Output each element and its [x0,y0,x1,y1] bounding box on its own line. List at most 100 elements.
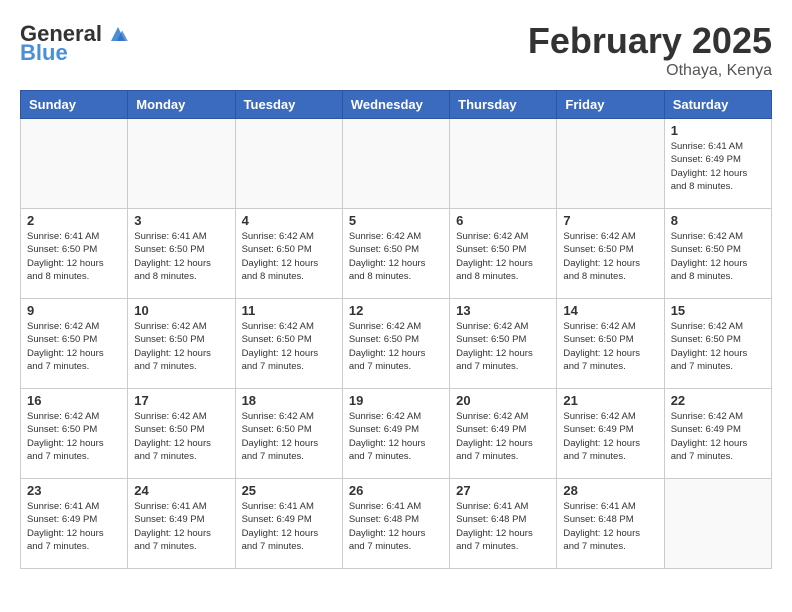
day-number: 3 [134,213,228,228]
calendar-day-cell [235,119,342,209]
calendar-day-cell: 15 Sunrise: 6:42 AM Sunset: 6:50 PM Dayli… [664,299,771,389]
calendar-day-cell: 23 Sunrise: 6:41 AM Sunset: 6:49 PM Dayli… [21,479,128,569]
calendar-day-cell [128,119,235,209]
day-info: Sunrise: 6:42 AM Sunset: 6:50 PM Dayligh… [242,320,336,373]
day-info: Sunrise: 6:42 AM Sunset: 6:50 PM Dayligh… [242,230,336,283]
day-number: 2 [27,213,121,228]
calendar-day-cell: 16 Sunrise: 6:42 AM Sunset: 6:50 PM Dayli… [21,389,128,479]
calendar-week-row: 16 Sunrise: 6:42 AM Sunset: 6:50 PM Dayli… [21,389,772,479]
day-number: 21 [563,393,657,408]
day-info: Sunrise: 6:42 AM Sunset: 6:50 PM Dayligh… [349,320,443,373]
calendar-day-cell: 17 Sunrise: 6:42 AM Sunset: 6:50 PM Dayli… [128,389,235,479]
day-info: Sunrise: 6:42 AM Sunset: 6:50 PM Dayligh… [671,230,765,283]
calendar-day-cell: 25 Sunrise: 6:41 AM Sunset: 6:49 PM Dayli… [235,479,342,569]
day-number: 16 [27,393,121,408]
logo-blue: Blue [20,40,68,66]
day-number: 5 [349,213,443,228]
logo-icon [104,20,132,48]
day-info: Sunrise: 6:42 AM Sunset: 6:49 PM Dayligh… [349,410,443,463]
day-number: 28 [563,483,657,498]
day-number: 4 [242,213,336,228]
calendar-day-cell [21,119,128,209]
calendar-day-cell: 20 Sunrise: 6:42 AM Sunset: 6:49 PM Dayli… [450,389,557,479]
calendar-day-cell: 26 Sunrise: 6:41 AM Sunset: 6:48 PM Dayli… [342,479,449,569]
calendar-day-cell: 11 Sunrise: 6:42 AM Sunset: 6:50 PM Dayli… [235,299,342,389]
day-info: Sunrise: 6:41 AM Sunset: 6:48 PM Dayligh… [563,500,657,553]
calendar-day-cell: 22 Sunrise: 6:42 AM Sunset: 6:49 PM Dayli… [664,389,771,479]
day-info: Sunrise: 6:42 AM Sunset: 6:50 PM Dayligh… [563,320,657,373]
day-info: Sunrise: 6:42 AM Sunset: 6:50 PM Dayligh… [27,410,121,463]
day-number: 7 [563,213,657,228]
calendar-day-cell [557,119,664,209]
day-number: 10 [134,303,228,318]
weekday-header: Monday [128,91,235,119]
day-info: Sunrise: 6:42 AM Sunset: 6:49 PM Dayligh… [456,410,550,463]
calendar-day-cell: 9 Sunrise: 6:42 AM Sunset: 6:50 PM Daylig… [21,299,128,389]
day-info: Sunrise: 6:42 AM Sunset: 6:50 PM Dayligh… [134,410,228,463]
calendar-day-cell [450,119,557,209]
calendar-week-row: 1Sunrise: 6:41 AM Sunset: 6:49 PM Daylig… [21,119,772,209]
calendar-day-cell: 1Sunrise: 6:41 AM Sunset: 6:49 PM Daylig… [664,119,771,209]
calendar-day-cell: 24 Sunrise: 6:41 AM Sunset: 6:49 PM Dayli… [128,479,235,569]
calendar-day-cell: 7 Sunrise: 6:42 AM Sunset: 6:50 PM Daylig… [557,209,664,299]
calendar-day-cell: 18Sunrise: 6:42 AM Sunset: 6:50 PM Dayli… [235,389,342,479]
day-number: 25 [242,483,336,498]
calendar-header-row: SundayMondayTuesdayWednesdayThursdayFrid… [21,91,772,119]
weekday-header: Sunday [21,91,128,119]
day-number: 19 [349,393,443,408]
day-number: 9 [27,303,121,318]
day-number: 8 [671,213,765,228]
day-number: 24 [134,483,228,498]
day-info: Sunrise: 6:42 AM Sunset: 6:49 PM Dayligh… [563,410,657,463]
calendar-day-cell: 19 Sunrise: 6:42 AM Sunset: 6:49 PM Dayli… [342,389,449,479]
day-info: Sunrise: 6:42 AM Sunset: 6:50 PM Dayligh… [563,230,657,283]
day-number: 20 [456,393,550,408]
day-info: Sunrise: 6:41 AM Sunset: 6:49 PM Dayligh… [242,500,336,553]
month-title: February 2025 [528,20,772,62]
day-info: Sunrise: 6:41 AM Sunset: 6:48 PM Dayligh… [349,500,443,553]
location-title: Othaya, Kenya [528,62,772,80]
calendar-day-cell: 12 Sunrise: 6:42 AM Sunset: 6:50 PM Dayli… [342,299,449,389]
weekday-header: Wednesday [342,91,449,119]
calendar-day-cell: 21 Sunrise: 6:42 AM Sunset: 6:49 PM Dayli… [557,389,664,479]
day-number: 23 [27,483,121,498]
day-info: Sunrise: 6:42 AM Sunset: 6:50 PM Dayligh… [671,320,765,373]
calendar-day-cell: 13 Sunrise: 6:42 AM Sunset: 6:50 PM Dayli… [450,299,557,389]
day-info: Sunrise: 6:41 AM Sunset: 6:49 PM Dayligh… [27,500,121,553]
calendar-day-cell: 14 Sunrise: 6:42 AM Sunset: 6:50 PM Dayli… [557,299,664,389]
day-info: Sunrise: 6:42 AM Sunset: 6:50 PM Dayligh… [134,320,228,373]
day-info: Sunrise: 6:41 AM Sunset: 6:50 PM Dayligh… [27,230,121,283]
day-number: 26 [349,483,443,498]
day-info: Sunrise: 6:42 AM Sunset: 6:50 PM Dayligh… [456,320,550,373]
day-info: Sunrise: 6:42 AM Sunset: 6:50 PM Dayligh… [27,320,121,373]
calendar-day-cell: 4 Sunrise: 6:42 AM Sunset: 6:50 PM Daylig… [235,209,342,299]
calendar-table: SundayMondayTuesdayWednesdayThursdayFrid… [20,90,772,569]
calendar-day-cell: 6Sunrise: 6:42 AM Sunset: 6:50 PM Daylig… [450,209,557,299]
logo: General Blue [20,20,132,66]
day-number: 13 [456,303,550,318]
day-number: 17 [134,393,228,408]
day-number: 12 [349,303,443,318]
calendar-day-cell: 28 Sunrise: 6:41 AM Sunset: 6:48 PM Dayli… [557,479,664,569]
day-number: 14 [563,303,657,318]
title-block: February 2025 Othaya, Kenya [528,20,772,80]
calendar-day-cell: 2 Sunrise: 6:41 AM Sunset: 6:50 PM Daylig… [21,209,128,299]
weekday-header: Tuesday [235,91,342,119]
calendar-week-row: 9 Sunrise: 6:42 AM Sunset: 6:50 PM Daylig… [21,299,772,389]
weekday-header: Saturday [664,91,771,119]
calendar-day-cell: 5Sunrise: 6:42 AM Sunset: 6:50 PM Daylig… [342,209,449,299]
day-number: 11 [242,303,336,318]
calendar-day-cell: 10 Sunrise: 6:42 AM Sunset: 6:50 PM Dayli… [128,299,235,389]
calendar-day-cell [664,479,771,569]
calendar-week-row: 23 Sunrise: 6:41 AM Sunset: 6:49 PM Dayli… [21,479,772,569]
day-number: 18 [242,393,336,408]
day-number: 6 [456,213,550,228]
day-info: Sunrise: 6:41 AM Sunset: 6:48 PM Dayligh… [456,500,550,553]
day-info: Sunrise: 6:42 AM Sunset: 6:49 PM Dayligh… [671,410,765,463]
day-info: Sunrise: 6:41 AM Sunset: 6:49 PM Dayligh… [134,500,228,553]
day-number: 22 [671,393,765,408]
calendar-day-cell: 27Sunrise: 6:41 AM Sunset: 6:48 PM Dayli… [450,479,557,569]
day-number: 15 [671,303,765,318]
day-info: Sunrise: 6:41 AM Sunset: 6:49 PM Dayligh… [671,140,765,193]
weekday-header: Friday [557,91,664,119]
